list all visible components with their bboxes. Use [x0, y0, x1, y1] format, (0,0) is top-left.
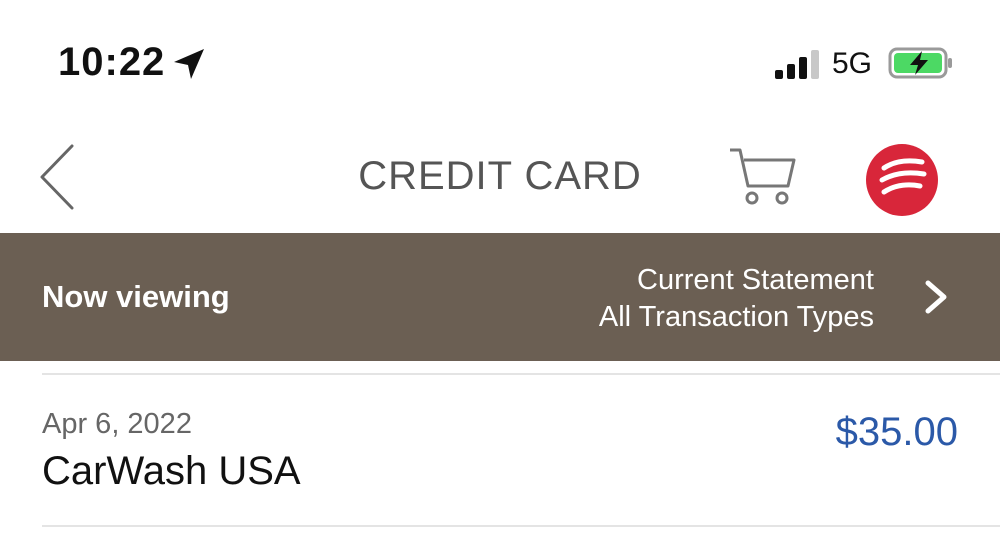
status-time: 10:22: [58, 40, 166, 84]
page-title: CREDIT CARD: [358, 154, 642, 198]
transaction-type-label: All Transaction Types: [598, 301, 874, 333]
transaction-amount: $35.00: [835, 410, 958, 454]
battery-charging-icon: [888, 47, 952, 79]
bank-logo-icon: [866, 144, 938, 216]
now-viewing-label: Now viewing: [42, 279, 230, 314]
divider: [42, 525, 1000, 527]
transaction-date: Apr 6, 2022: [42, 408, 192, 440]
chevron-right-icon: [925, 280, 947, 314]
status-bar: 10:22 5G: [0, 0, 1000, 120]
app-header: CREDIT CARD: [0, 120, 1000, 233]
signal-bars-icon: [775, 50, 819, 79]
transaction-row[interactable]: Apr 6, 2022 CarWash USA $35.00: [0, 376, 1000, 526]
cart-button[interactable]: [726, 146, 798, 208]
statement-filter-summary: Current Statement All Transaction Types: [599, 262, 874, 336]
network-label: 5G: [832, 47, 873, 80]
now-viewing-banner[interactable]: Now viewing Current Statement All Transa…: [0, 233, 1000, 361]
shopping-cart-icon: [730, 148, 796, 205]
statement-period-label: Current Statement: [637, 264, 874, 296]
transaction-merchant: CarWash USA: [42, 449, 301, 493]
divider: [42, 373, 1000, 375]
location-arrow-icon: [174, 49, 204, 79]
